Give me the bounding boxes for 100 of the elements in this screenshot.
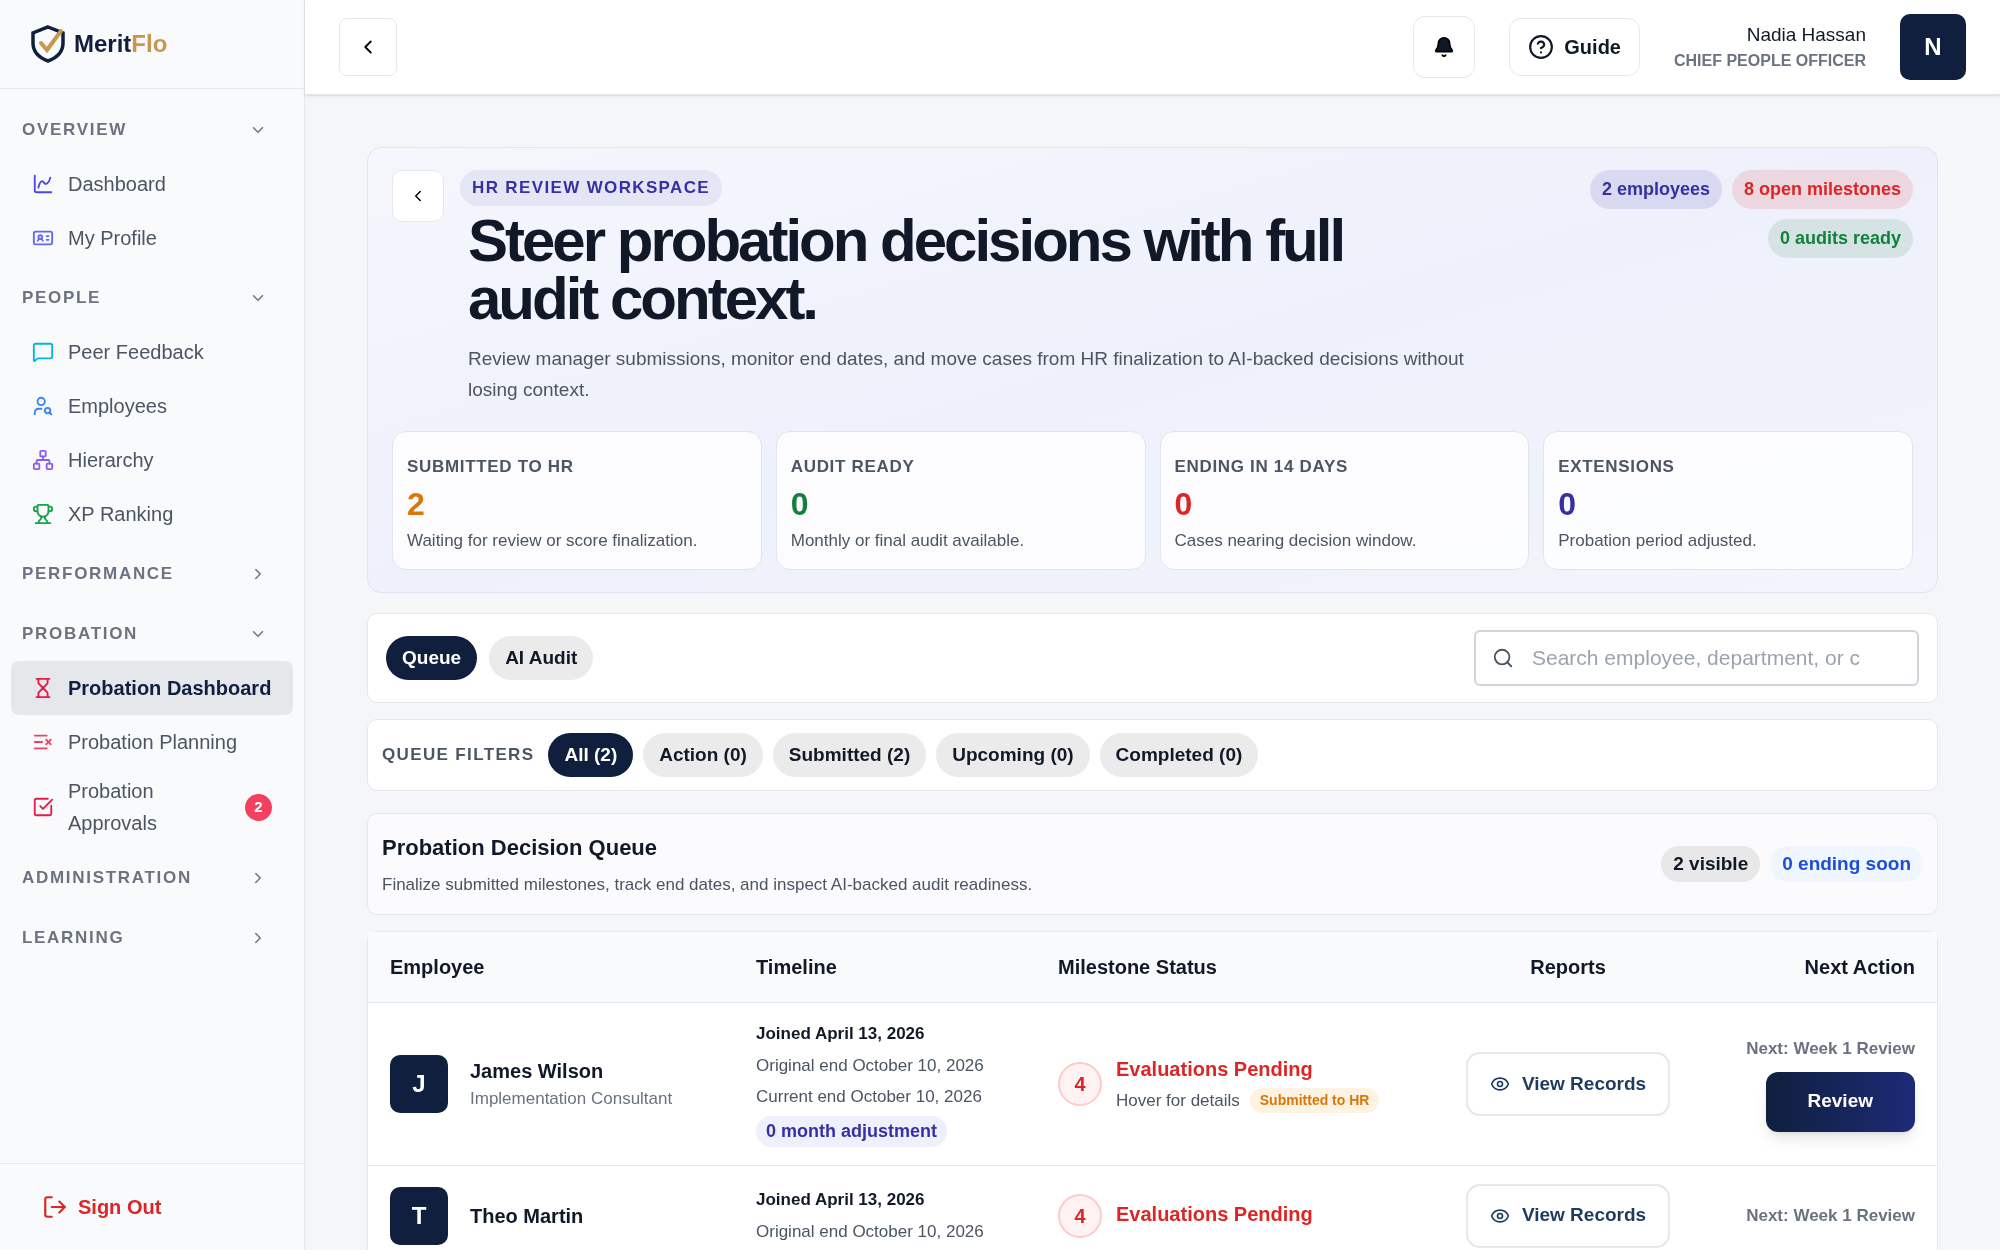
- stat-label: SUBMITTED TO HR: [407, 456, 575, 479]
- queue-subtitle: Finalize submitted milestones, track end dates, and inspect AI-backed audit readiness.: [382, 873, 1033, 896]
- employee-role: Implementation Consultant: [470, 1088, 673, 1111]
- stat-label: EXTENSIONS: [1558, 456, 1676, 479]
- stat-note: Probation period adjusted.: [1558, 529, 1758, 552]
- back-button[interactable]: [392, 170, 444, 222]
- section-header[interactable]: PERFORMANCE: [11, 547, 293, 601]
- stat-value: 0: [1558, 484, 1578, 524]
- stat-value: 2: [407, 484, 426, 524]
- guide-button[interactable]: Guide: [1509, 18, 1640, 76]
- user-name: Nadia Hassan: [1746, 22, 1866, 47]
- milestone-status: Evaluations Pending: [1116, 1201, 1313, 1227]
- sidebar-item[interactable]: Probation Planning: [11, 715, 293, 769]
- filters-label: QUEUE FILTERS: [382, 744, 535, 767]
- ending-soon-count: 0 ending soon: [1770, 845, 1923, 883]
- next-step: Next: Week 1 Review: [1746, 1202, 1915, 1229]
- sidebar-item[interactable]: Hierarchy: [11, 433, 293, 487]
- eyebrow-label: HR REVIEW WORKSPACE: [460, 170, 723, 206]
- sidebar-item[interactable]: Probation Approvals 2: [11, 769, 293, 845]
- sidebar-item-label: XP Ranking: [68, 502, 174, 527]
- status-tag: Submitted to HR: [1249, 1088, 1380, 1114]
- notification-button[interactable]: [1413, 16, 1476, 78]
- next-step: Next: Week 1 Review: [1746, 1036, 1915, 1062]
- hover-hint: Hover for details: [1116, 1090, 1240, 1113]
- employee-avatar: T: [390, 1186, 448, 1245]
- shield-logo-icon: [30, 25, 66, 63]
- sidebar-item[interactable]: My Profile: [11, 211, 293, 265]
- sidebar-item[interactable]: Probation Dashboard: [11, 661, 293, 715]
- adjustment-tag: 0 month adjustment: [756, 1115, 947, 1147]
- employee-name: James Wilson: [470, 1059, 605, 1085]
- section-header[interactable]: PEOPLE: [11, 271, 293, 325]
- stat-label: ENDING IN 14 DAYS: [1174, 456, 1349, 479]
- hero-description: Review manager submissions, monitor end dates, and move cases from HR finalization to AI-backed decisions without losing context.: [468, 347, 1465, 403]
- queue-title: Probation Decision Queue: [382, 833, 659, 862]
- summary-pill: 8 open milestones: [1731, 170, 1913, 209]
- original-end-date: Original end October 10, 2026: [756, 1054, 984, 1077]
- milestone-status: Evaluations Pending: [1116, 1057, 1314, 1083]
- sidebar-item-label: Probation Approvals: [68, 779, 158, 836]
- stat-note: Monthly or final audit available.: [790, 529, 1026, 552]
- filter-chip[interactable]: All (2): [548, 733, 634, 778]
- logout-icon: [42, 1194, 68, 1220]
- user-avatar[interactable]: N: [1900, 14, 1966, 80]
- sidebar-item[interactable]: Peer Feedback: [11, 325, 293, 379]
- section-header[interactable]: LEARNING: [11, 911, 293, 965]
- filter-chip[interactable]: Upcoming (0): [936, 733, 1090, 778]
- user-search-icon: [32, 395, 54, 417]
- search-icon: [1492, 647, 1514, 670]
- column-header: Employee: [390, 955, 486, 981]
- visible-count: 2 visible: [1661, 845, 1761, 883]
- section-header[interactable]: ADMINISTRATION: [11, 851, 293, 905]
- stat-note: Cases nearing decision window.: [1174, 529, 1418, 552]
- sidebar-item-label: My Profile: [68, 226, 157, 251]
- original-end-date: Original end October 10, 2026: [756, 1220, 984, 1243]
- chat-bubble-icon: [32, 341, 54, 363]
- stat-label: AUDIT READY: [790, 456, 916, 479]
- sidebar-item[interactable]: XP Ranking: [11, 487, 293, 541]
- joined-date: Joined April 13, 2026: [756, 1023, 925, 1046]
- employee-avatar: J: [390, 1054, 448, 1113]
- stat-value: 0: [1174, 484, 1194, 524]
- review-button[interactable]: Review: [1765, 1071, 1915, 1132]
- section-header[interactable]: OVERVIEW: [11, 103, 293, 157]
- help-icon: [1528, 34, 1555, 60]
- section-header[interactable]: PROBATION: [11, 607, 293, 661]
- trophy-icon: [32, 503, 54, 525]
- checklist-icon: [32, 796, 54, 818]
- count-badge: 2: [245, 793, 272, 821]
- stat-value: 0: [790, 484, 810, 524]
- back-button[interactable]: [339, 18, 397, 76]
- chart-icon: [32, 173, 54, 195]
- search-field[interactable]: Search employee, department, or c: [1474, 630, 1919, 687]
- stat-note: Waiting for review or score finalization.: [407, 529, 699, 552]
- sidebar-item-label: Dashboard: [68, 172, 166, 197]
- sidebar-item-label: Probation Planning: [68, 730, 237, 755]
- summary-pill: 0 audits ready: [1767, 219, 1913, 258]
- view-records-button[interactable]: View Records: [1465, 1183, 1671, 1248]
- filter-chip[interactable]: Action (0): [643, 733, 763, 778]
- network-icon: [32, 449, 54, 471]
- bell-icon: [1433, 36, 1456, 58]
- view-records-button[interactable]: View Records: [1465, 1051, 1671, 1116]
- filter-chip[interactable]: Completed (0): [1099, 733, 1259, 778]
- view-tab[interactable]: Queue: [386, 636, 478, 681]
- sidebar-item-label: Peer Feedback: [68, 340, 204, 365]
- sidebar-item-label: Employees: [68, 394, 167, 419]
- sidebar-item[interactable]: Employees: [11, 379, 293, 433]
- pending-count: 4: [1058, 1061, 1102, 1106]
- employee-name: Theo Martin: [470, 1203, 584, 1229]
- sign-out-button[interactable]: Sign Out: [42, 1192, 162, 1222]
- column-header: Next Action: [1803, 955, 1915, 981]
- sidebar-item-label: Hierarchy: [68, 448, 154, 473]
- joined-date: Joined April 13, 2026: [756, 1189, 925, 1212]
- column-header: Milestone Status: [1058, 955, 1218, 981]
- column-header: Reports: [1529, 955, 1607, 981]
- user-role: CHIEF PEOPLE OFFICER: [1674, 51, 1866, 72]
- sidebar-item[interactable]: Dashboard: [11, 157, 293, 211]
- pending-count: 4: [1058, 1193, 1102, 1238]
- view-tab[interactable]: AI Audit: [489, 636, 594, 681]
- current-end-date: Current end October 10, 2026: [756, 1086, 982, 1109]
- filter-chip[interactable]: Submitted (2): [772, 733, 927, 778]
- hero-heading: Steer probation decisions with full audit context.: [468, 211, 1345, 330]
- brand-name: MeritFlo: [74, 29, 168, 59]
